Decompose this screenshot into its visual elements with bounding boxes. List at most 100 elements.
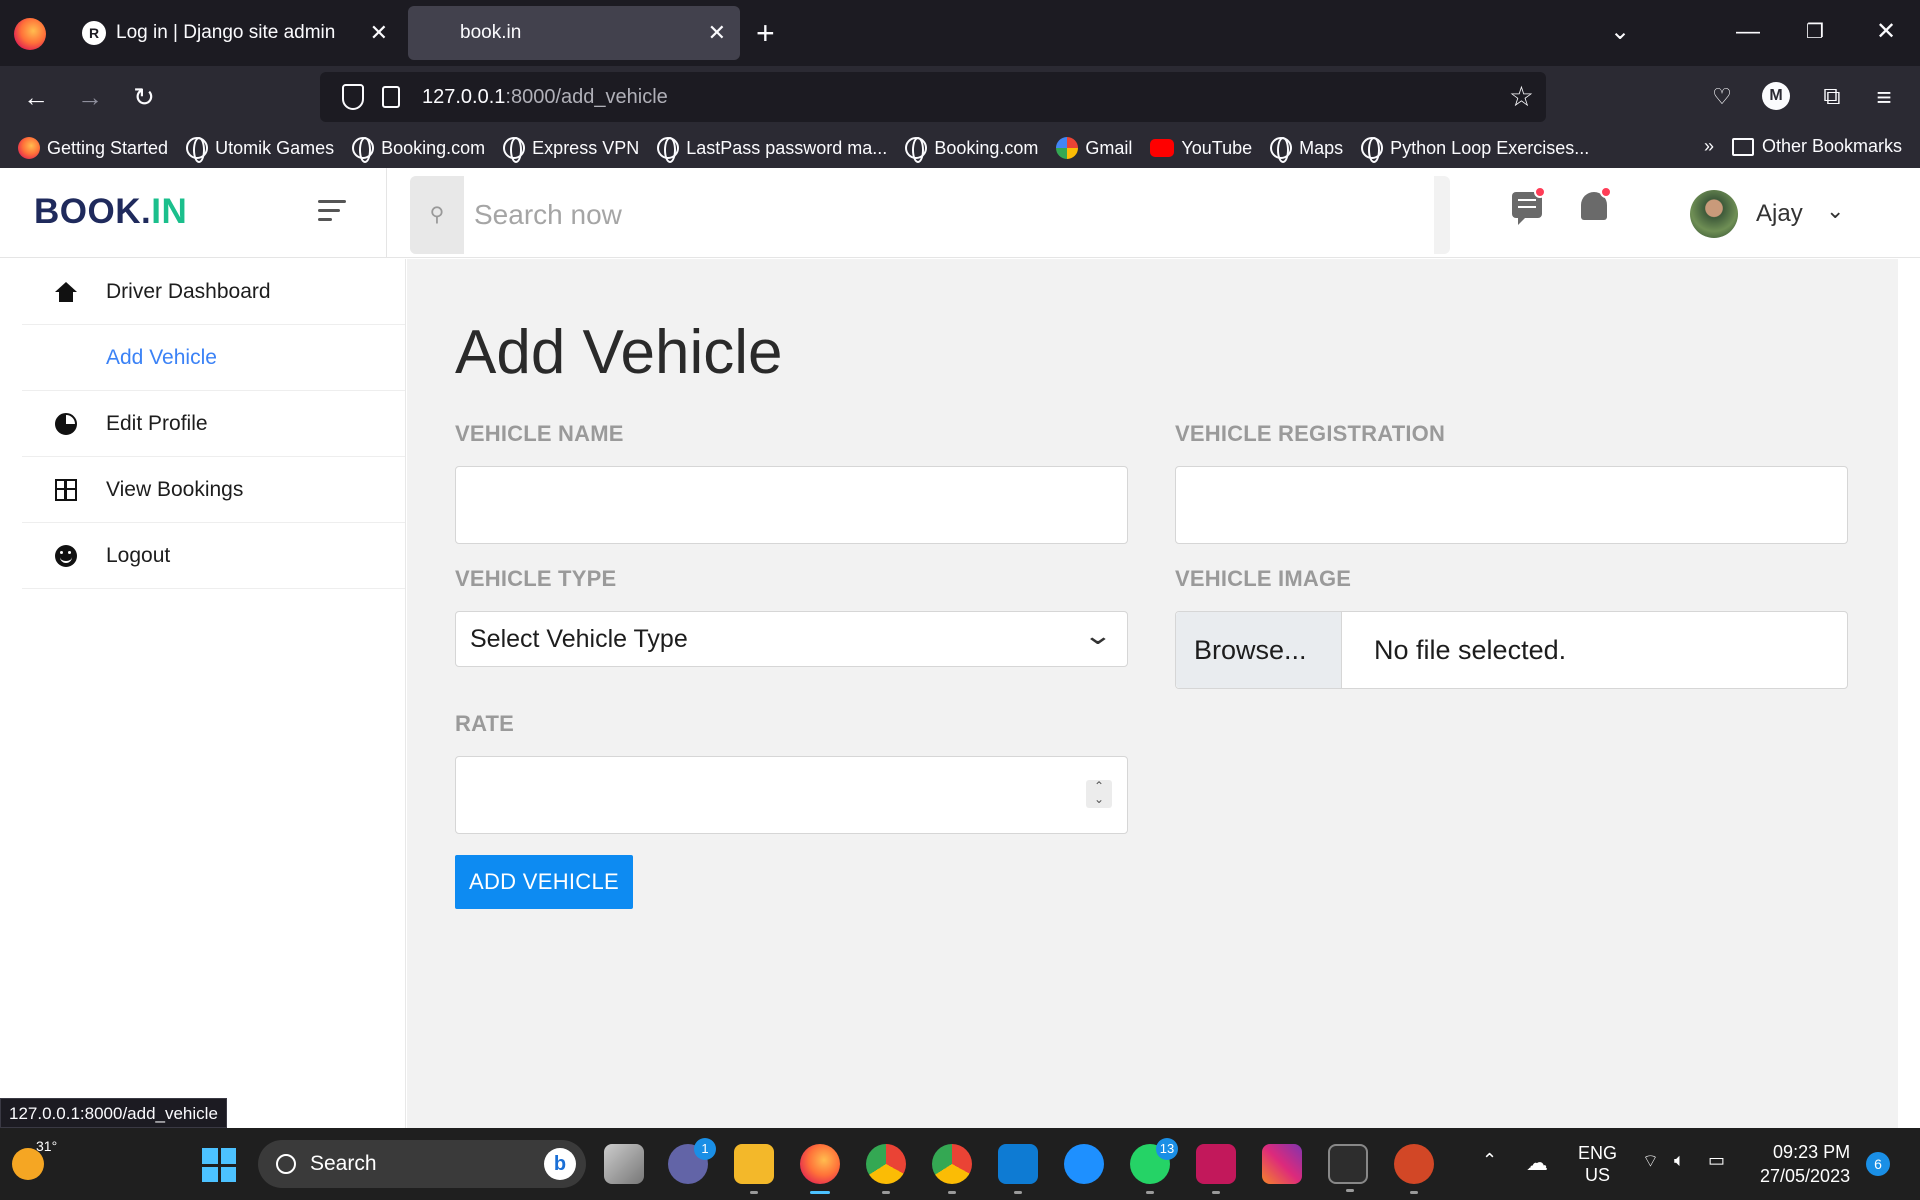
user-avatar[interactable]	[1690, 190, 1738, 238]
sidebar-item-label: Logout	[106, 543, 171, 567]
battery-icon[interactable]: ▭	[1708, 1150, 1725, 1171]
tab-django-admin[interactable]: R Log in | Django site admin ✕	[64, 6, 402, 60]
firefox-taskbar-icon[interactable]	[800, 1144, 840, 1194]
globe-icon	[905, 137, 928, 163]
bookmark-utomik[interactable]: Utomik Games	[186, 137, 334, 163]
user-name[interactable]: Ajay	[1756, 200, 1803, 228]
task-view-icon[interactable]	[604, 1144, 644, 1184]
page-title: Add Vehicle	[455, 318, 783, 387]
brand-logo[interactable]: BOOK.IN	[34, 192, 187, 232]
app-header: BOOK.IN ⚲ Ajay ⌄	[0, 168, 1920, 258]
chrome-icon[interactable]	[866, 1144, 906, 1194]
rate-input[interactable]	[455, 756, 1128, 834]
powerpoint-icon[interactable]	[1394, 1144, 1434, 1194]
search-icon	[276, 1154, 296, 1174]
vehicle-type-select[interactable]: Select Vehicle Type ⌄	[455, 611, 1128, 667]
account-avatar[interactable]: M	[1762, 82, 1790, 110]
bookmark-express-vpn[interactable]: Express VPN	[503, 137, 639, 163]
language-indicator[interactable]: ENG US	[1578, 1142, 1617, 1186]
bookmark-youtube[interactable]: YouTube	[1150, 138, 1252, 159]
bookmark-maps[interactable]: Maps	[1270, 137, 1343, 163]
smile-icon	[54, 544, 78, 568]
tab-bookin[interactable]: book.in ✕	[408, 6, 740, 60]
windows-start-icon[interactable]	[202, 1148, 236, 1182]
bookmark-booking-1[interactable]: Booking.com	[352, 137, 485, 163]
clock[interactable]: 09:23 PM 27/05/2023	[1760, 1140, 1850, 1188]
url-text[interactable]: 127.0.0.1:8000/add_vehicle	[422, 86, 668, 109]
new-tab-button[interactable]: +	[756, 16, 775, 50]
app-menu-icon[interactable]: ≡	[1864, 80, 1904, 114]
firefox-menu-icon[interactable]	[14, 18, 46, 50]
vehicle-name-label: VEHICLE NAME	[455, 421, 624, 446]
sidebar-item-logout[interactable]: Logout	[22, 523, 405, 589]
close-window-button[interactable]: ✕	[1876, 14, 1896, 50]
bookmark-gmail[interactable]: Gmail	[1056, 137, 1132, 159]
onedrive-cloud-icon[interactable]: ☁	[1526, 1150, 1548, 1176]
chevron-down-icon: ⌄	[1082, 620, 1114, 650]
close-tab-icon[interactable]: ✕	[370, 20, 388, 46]
list-tabs-chevron-icon[interactable]: ⌄	[1610, 14, 1630, 50]
bookmark-python-loop[interactable]: Python Loop Exercises...	[1361, 137, 1589, 163]
taskbar-search-label: Search	[310, 1152, 377, 1175]
whatsapp-icon[interactable]: 13	[1130, 1138, 1178, 1194]
globe-icon	[352, 137, 375, 163]
number-stepper-icon[interactable]: ⌃ ⌄	[1086, 780, 1112, 808]
media-app-icon[interactable]	[1196, 1144, 1236, 1194]
add-vehicle-button[interactable]: ADD VEHICLE	[455, 855, 633, 909]
more-bookmarks-chevron-icon[interactable]: »	[1704, 136, 1714, 157]
wifi-icon[interactable]: ⌔	[1642, 1150, 1659, 1173]
bookmark-star-icon[interactable]: ☆	[1509, 80, 1534, 114]
tracking-shield-icon[interactable]	[342, 84, 364, 110]
search-input[interactable]	[464, 176, 1434, 254]
bookmark-booking-2[interactable]: Booking.com	[905, 137, 1038, 163]
notification-center-badge[interactable]: 6	[1866, 1152, 1890, 1176]
volume-icon[interactable]: 🔈︎	[1674, 1150, 1685, 1171]
windows-taskbar: 31° Search b 1 13 ⌃ ☁ ENG US ⌔ 🔈︎ ▭ 09:23…	[0, 1128, 1920, 1200]
forward-button[interactable]: →	[70, 80, 110, 114]
restore-window-button[interactable]: ❐	[1806, 14, 1824, 50]
teams-icon[interactable]: 1	[668, 1138, 716, 1184]
sidebar-nav: Driver Dashboard Add Vehicle Edit Profil…	[22, 259, 405, 589]
vscode-icon[interactable]	[998, 1144, 1038, 1194]
reload-button[interactable]: ↻	[124, 80, 164, 114]
running-indicator	[1410, 1191, 1418, 1194]
sidebar-item-view-bookings[interactable]: View Bookings	[22, 457, 405, 523]
whatsapp-badge: 13	[1156, 1138, 1178, 1160]
vehicle-image-file-input[interactable]: Browse... No file selected.	[1175, 611, 1848, 689]
main-content: Add Vehicle VEHICLE NAME VEHICLE REGISTR…	[407, 259, 1898, 1128]
bookmark-getting-started[interactable]: Getting Started	[18, 137, 168, 159]
back-button[interactable]: ←	[16, 80, 56, 114]
taskbar-search[interactable]: Search b	[258, 1140, 586, 1188]
bookmark-lastpass[interactable]: LastPass password ma...	[657, 137, 887, 163]
other-bookmarks-folder[interactable]: Other Bookmarks	[1731, 136, 1902, 157]
vehicle-registration-input[interactable]	[1175, 466, 1848, 544]
rate-field: ⌃ ⌄	[455, 756, 1128, 834]
pocket-icon[interactable]: ♡	[1702, 80, 1742, 114]
bing-icon[interactable]: b	[544, 1148, 576, 1180]
tab-title: Log in | Django site admin	[116, 22, 336, 43]
youtube-icon	[1150, 139, 1175, 157]
user-menu-chevron-icon[interactable]: ⌄	[1826, 198, 1844, 224]
extensions-icon[interactable]: ⧉	[1812, 80, 1852, 114]
browse-button[interactable]: Browse...	[1176, 612, 1342, 688]
help-icon[interactable]	[1064, 1144, 1104, 1184]
terminal-icon[interactable]	[1328, 1144, 1368, 1192]
instagram-icon[interactable]	[1262, 1144, 1302, 1184]
teams-badge: 1	[694, 1138, 716, 1160]
sidebar-toggle-icon[interactable]	[318, 200, 346, 227]
address-bar[interactable]: 127.0.0.1:8000/add_vehicle ☆	[320, 72, 1546, 122]
sidebar-item-edit-profile[interactable]: Edit Profile	[22, 391, 405, 457]
sidebar-item-driver-dashboard[interactable]: Driver Dashboard	[22, 259, 405, 325]
close-tab-icon[interactable]: ✕	[708, 20, 726, 46]
tray-overflow-chevron-icon[interactable]: ⌃	[1482, 1150, 1497, 1171]
vehicle-name-input[interactable]	[455, 466, 1128, 544]
minimize-window-button[interactable]: —	[1736, 14, 1760, 50]
sidebar-item-add-vehicle[interactable]: Add Vehicle	[22, 325, 405, 391]
chrome-profile-icon[interactable]	[932, 1144, 972, 1194]
vehicle-type-selected-value: Select Vehicle Type	[470, 624, 688, 653]
messages-icon[interactable]	[1512, 186, 1546, 228]
file-explorer-icon[interactable]	[734, 1144, 774, 1194]
page-info-icon[interactable]	[382, 86, 400, 108]
notifications-bell-icon[interactable]	[1578, 186, 1612, 228]
weather-widget[interactable]: 31°	[10, 1138, 57, 1182]
